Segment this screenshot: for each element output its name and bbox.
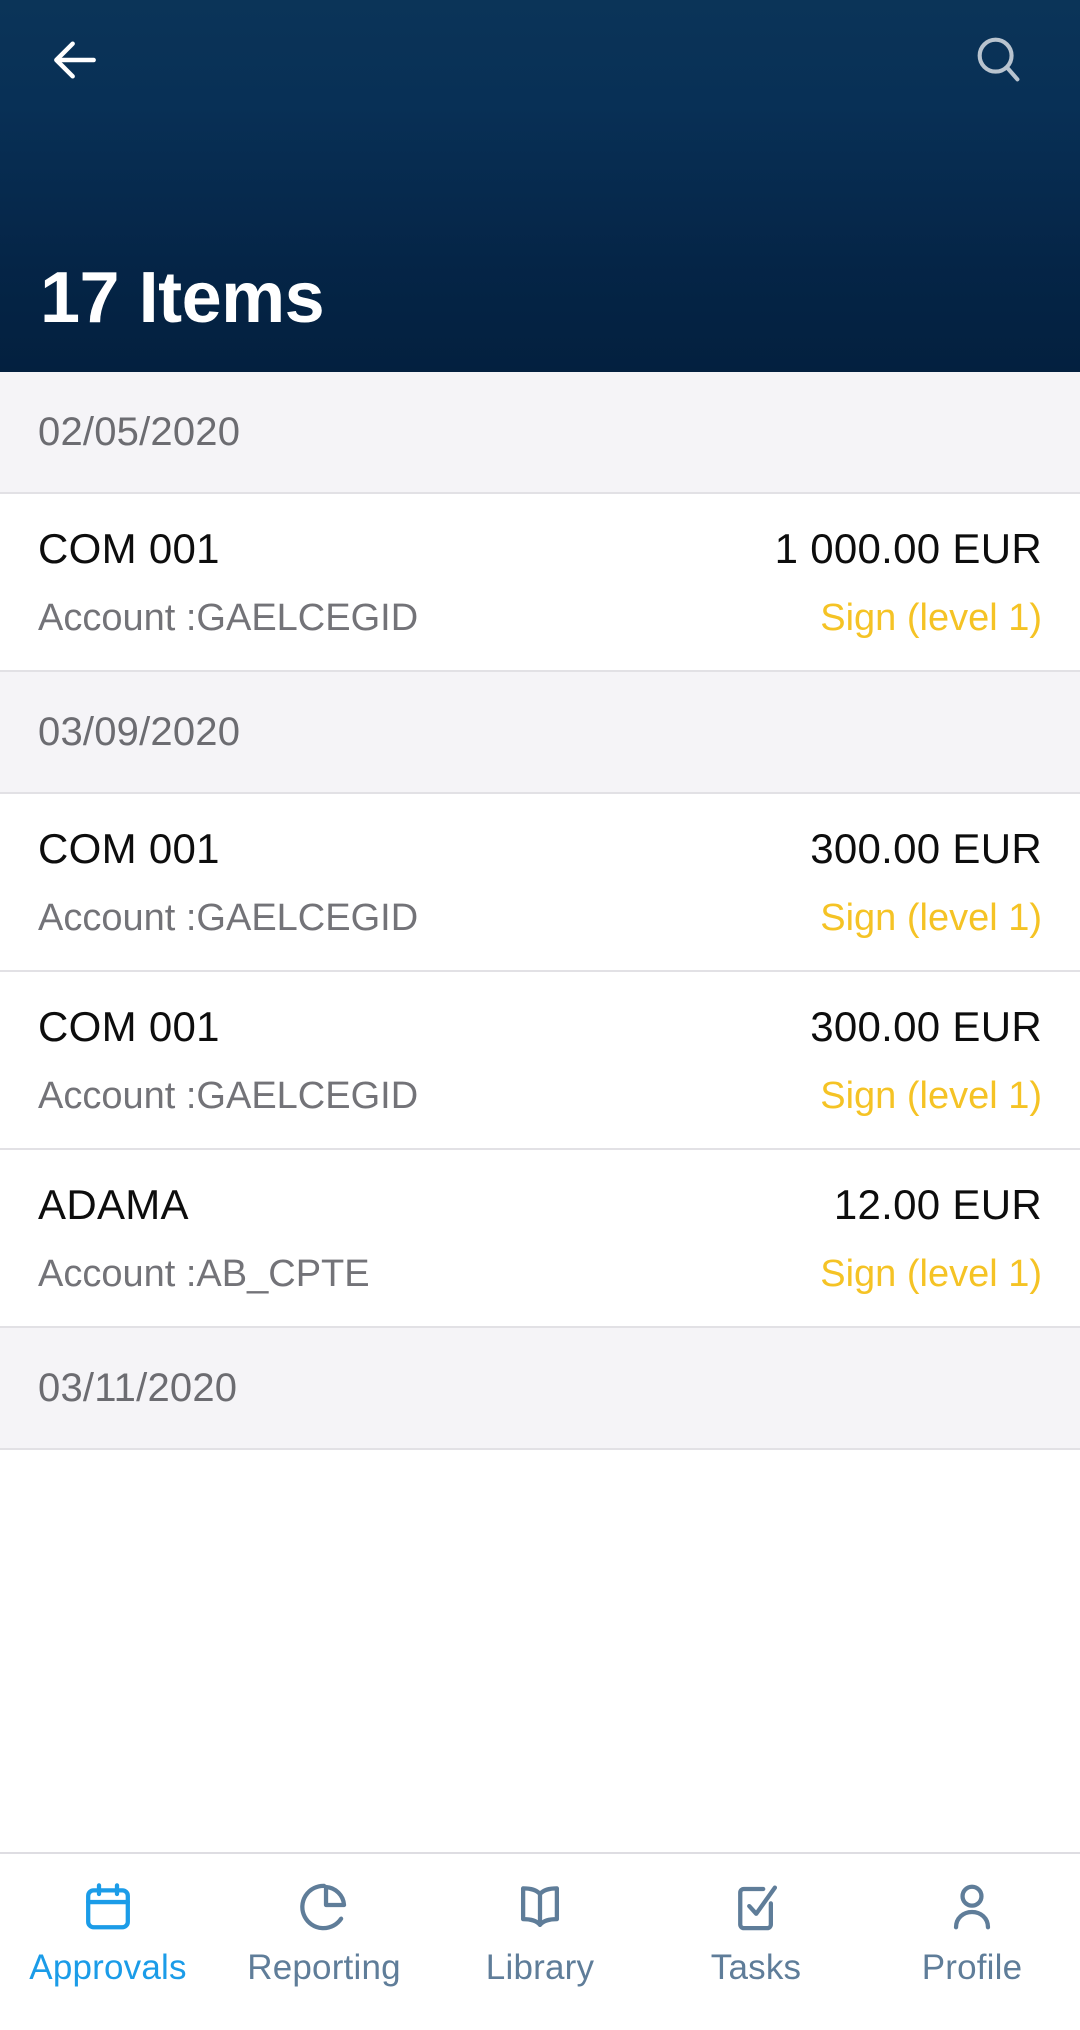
nav-label: Profile (921, 1948, 1023, 1987)
status-badge: Sign (level 1) (820, 596, 1042, 639)
nav-item-reporting[interactable]: Reporting (216, 1876, 432, 1988)
item-title: ADAMA (38, 1180, 189, 1228)
nav-label: Library (485, 1948, 595, 1987)
list-item-secondary-line: Account :GAELCEGID Sign (level 1) (38, 1075, 1042, 1118)
item-account: Account :GAELCEGID (38, 1074, 419, 1117)
calendar-icon (81, 1876, 135, 1938)
date-section-header: 03/09/2020 (0, 672, 1080, 794)
approvals-list[interactable]: 02/05/2020 COM 001 1 000.00 EUR Account … (0, 372, 1080, 1852)
list-item-primary-line: COM 001 300.00 EUR (38, 825, 1042, 873)
header-action-bar (0, 0, 1080, 120)
nav-item-approvals[interactable]: Approvals (0, 1876, 216, 1988)
list-item[interactable]: COM 001 300.00 EUR Account :GAELCEGID Si… (0, 972, 1080, 1150)
list-item[interactable]: COM 001 300.00 EUR Account :GAELCEGID Si… (0, 794, 1080, 972)
list-item-primary-line: COM 001 300.00 EUR (38, 1003, 1042, 1051)
list-item[interactable]: COM 001 1 000.00 EUR Account :GAELCEGID … (0, 494, 1080, 672)
status-badge: Sign (level 1) (820, 1074, 1042, 1117)
list-item-secondary-line: Account :AB_CPTE Sign (level 1) (38, 1253, 1042, 1296)
date-section-header: 02/05/2020 (0, 372, 1080, 494)
status-badge: Sign (level 1) (820, 1252, 1042, 1295)
list-item-primary-line: COM 001 1 000.00 EUR (38, 525, 1042, 573)
checklist-icon (729, 1876, 783, 1938)
date-label: 03/09/2020 (38, 709, 241, 754)
item-title: COM 001 (38, 524, 220, 572)
pie-chart-icon (297, 1876, 351, 1938)
list-item-secondary-line: Account :GAELCEGID Sign (level 1) (38, 897, 1042, 940)
status-badge: Sign (level 1) (820, 896, 1042, 939)
item-account: Account :GAELCEGID (38, 596, 419, 639)
search-button[interactable] (962, 23, 1036, 97)
item-amount: 300.00 EUR (810, 824, 1042, 872)
date-section-header: 03/11/2020 (0, 1328, 1080, 1450)
item-account: Account :GAELCEGID (38, 896, 419, 939)
nav-item-library[interactable]: Library (432, 1876, 648, 1988)
date-label: 02/05/2020 (38, 409, 241, 454)
nav-item-tasks[interactable]: Tasks (648, 1876, 864, 1988)
list-item-secondary-line: Account :GAELCEGID Sign (level 1) (38, 597, 1042, 640)
app-root: 17 Items 02/05/2020 COM 001 1 000.00 EUR… (0, 0, 1080, 2030)
page-header: 17 Items (0, 0, 1080, 372)
back-button[interactable] (38, 23, 112, 97)
nav-item-profile[interactable]: Profile (864, 1876, 1080, 1988)
person-icon (945, 1876, 999, 1938)
book-icon (513, 1876, 567, 1938)
item-amount: 300.00 EUR (810, 1002, 1042, 1050)
item-title: COM 001 (38, 1002, 220, 1050)
item-amount: 1 000.00 EUR (774, 524, 1042, 572)
bottom-navigation: Approvals Reporting Library Tasks Profil… (0, 1852, 1080, 2030)
nav-label: Tasks (710, 1948, 802, 1987)
item-title: COM 001 (38, 824, 220, 872)
nav-label: Approvals (29, 1948, 187, 1987)
item-account: Account :AB_CPTE (38, 1252, 370, 1295)
item-amount: 12.00 EUR (833, 1180, 1042, 1228)
nav-label: Reporting (247, 1948, 401, 1987)
date-label: 03/11/2020 (38, 1365, 238, 1410)
page-title: 17 Items (40, 258, 325, 338)
list-item-primary-line: ADAMA 12.00 EUR (38, 1181, 1042, 1229)
list-item[interactable]: ADAMA 12.00 EUR Account :AB_CPTE Sign (l… (0, 1150, 1080, 1328)
